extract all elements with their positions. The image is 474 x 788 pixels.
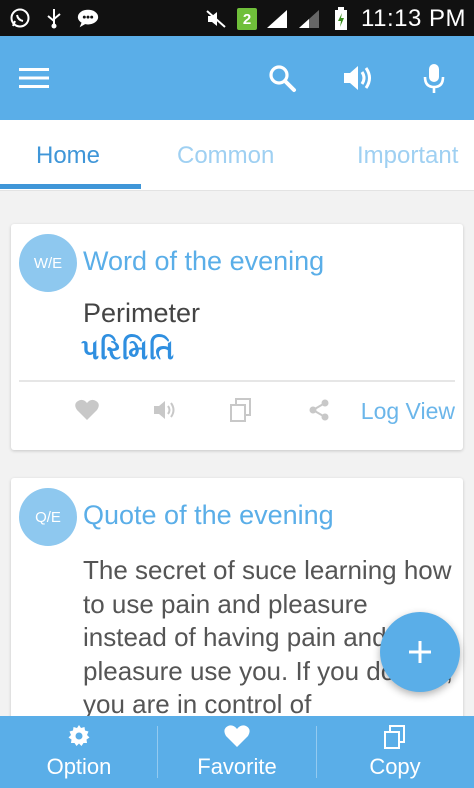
status-time: 11:13 PM [361,5,466,32]
volume-icon [344,66,371,90]
menu-icon [19,68,49,88]
option-button[interactable]: Option [0,716,158,788]
status-bar: 2 11:13 PM [0,0,474,36]
heart-icon [75,399,99,420]
signal-icon [297,7,321,31]
status-left-icons [8,6,100,30]
speaker-button[interactable] [338,58,378,98]
tab-indicator [0,184,141,189]
card-divider [19,380,455,382]
favorite-button[interactable]: Favorite [158,716,316,788]
quote-card-title: Quote of the evening [83,500,334,530]
copy-button[interactable]: Copy [316,716,474,788]
share-word-button[interactable] [301,392,337,428]
word-badge: W/E [19,234,77,292]
usb-icon [42,6,66,30]
word-english: Perimeter [83,298,201,328]
heart-icon [224,725,250,747]
gear-icon [68,725,90,746]
search-icon [269,65,296,92]
log-view-link[interactable]: Log View [361,398,455,425]
quote-badge: Q/E [19,488,77,546]
sim-badge: 2 [237,8,258,30]
tab-important[interactable]: Important [357,142,458,170]
copy-icon [230,398,251,422]
share-icon [309,399,329,421]
battery-charging-icon [329,7,353,31]
chat-icon [76,6,100,30]
quote-card[interactable]: Q/E Quote of the evening The secret of s… [11,478,463,738]
favorite-label: Favorite [197,754,277,779]
status-right-icons: 2 11:13 PM [205,5,466,33]
mic-button[interactable] [414,58,454,98]
mic-icon [423,64,445,93]
word-translation: પરિમિતિ [81,334,175,365]
word-card[interactable]: W/E Word of the evening Perimeter પરિમિત… [11,224,463,450]
favorite-word-button[interactable] [69,392,105,428]
add-button[interactable] [380,612,460,692]
word-card-title: Word of the evening [83,246,325,276]
search-button[interactable] [262,58,302,98]
copy-word-button[interactable] [223,392,259,428]
app-bar [0,36,474,120]
whatsapp-icon [8,6,32,30]
word-card-actions: Log View [11,384,463,434]
volume-icon [154,401,175,419]
copy-label: Copy [369,754,421,779]
speak-word-button[interactable] [147,392,183,428]
tab-home[interactable]: Home [36,142,100,170]
signal-icon [265,7,289,31]
mute-icon [205,7,229,31]
plus-icon [409,641,431,663]
option-label: Option [46,754,112,779]
copy-icon [384,725,405,749]
tab-common[interactable]: Common [177,142,274,170]
tab-bar: Home Common Important [0,120,474,191]
bottom-bar: Option Favorite Copy [0,716,474,788]
menu-button[interactable] [18,60,58,96]
